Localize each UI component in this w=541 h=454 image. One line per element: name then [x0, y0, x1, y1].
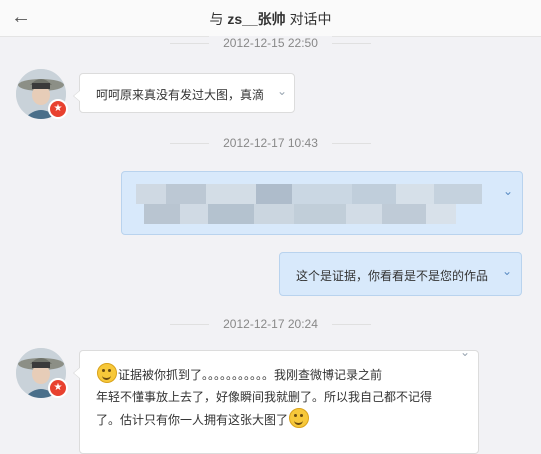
- chevron-down-icon[interactable]: ⌄: [503, 184, 513, 198]
- title-prefix: 与: [209, 11, 224, 27]
- blurred-content: [136, 184, 482, 224]
- timestamp-text: 2012-12-17 20:24: [209, 317, 332, 331]
- message-bubble-other: 呵呵原来真没有发过大图，真滴 ⌄: [73, 73, 295, 113]
- conversation-title: 与 zs__张帅 对话中: [0, 9, 541, 29]
- chevron-down-icon[interactable]: ⌄: [460, 345, 470, 359]
- message-bubble-other: 证据被你抓到了。。。。。。。。。。。我刚查微博记录之前 年轻不懂事放上去了，好像…: [73, 345, 479, 454]
- verified-badge-icon: ★: [48, 99, 68, 119]
- timestamp: 2012-12-15 22:50: [0, 36, 541, 50]
- message-bubble-me: 这个是证据，你看看是不是您的作品 ⌄: [279, 252, 522, 296]
- message-text: 呵呵原来真没有发过大图，真滴: [96, 88, 265, 102]
- message-line: 了。估计只有你一人拥有这张大图了: [96, 413, 289, 427]
- message-line: 证据被你抓到了。。。。。。。。。。。我刚查微博记录之前: [118, 368, 383, 382]
- verified-badge-icon: ★: [48, 378, 68, 398]
- contact-name[interactable]: zs__张帅: [227, 11, 285, 27]
- message-bubble-me-blurred: ⌄: [121, 171, 523, 235]
- chevron-down-icon[interactable]: ⌄: [502, 264, 512, 278]
- message-text: 证据被你抓到了。。。。。。。。。。。我刚查微博记录之前 年轻不懂事放上去了，好像…: [96, 363, 466, 431]
- chevron-down-icon[interactable]: ⌄: [277, 84, 287, 98]
- timestamp-text: 2012-12-17 10:43: [209, 136, 332, 150]
- chat-header: ← 与 zs__张帅 对话中: [0, 0, 541, 37]
- message-text: 这个是证据，你看看是不是您的作品: [296, 269, 489, 283]
- title-suffix: 对话中: [289, 11, 332, 27]
- timestamp: 2012-12-17 10:43: [0, 136, 541, 150]
- grin-emoji-icon: [289, 408, 310, 428]
- cry-emoji-icon: [97, 363, 117, 383]
- timestamp: 2012-12-17 20:24: [0, 317, 541, 331]
- timestamp-text: 2012-12-15 22:50: [209, 36, 332, 50]
- message-line: 年轻不懂事放上去了，好像瞬间我就删了。所以我自己都不记得: [96, 390, 433, 404]
